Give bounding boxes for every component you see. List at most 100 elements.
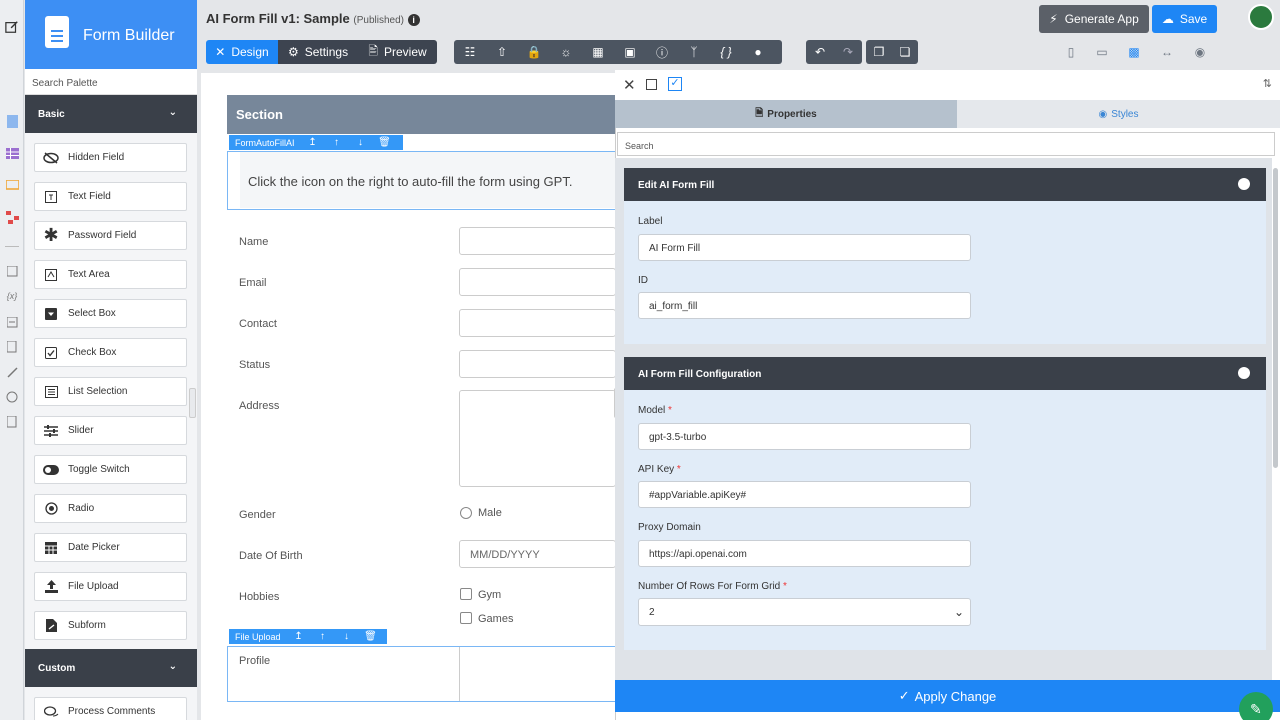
help-icon[interactable]: ⓘ <box>646 40 678 64</box>
resource-icon[interactable] <box>5 315 19 329</box>
clipboard-icon[interactable] <box>5 415 19 429</box>
model-input[interactable]: gpt-3.5-turbo <box>638 423 971 450</box>
userview-icon[interactable] <box>5 178 19 192</box>
address-textarea[interactable] <box>459 390 616 487</box>
phone-icon[interactable]: ▯ <box>1062 44 1080 60</box>
file-upload-element[interactable]: Profile <box>227 646 616 702</box>
ai-form-fill-element[interactable]: Click the icon on the right to auto-fill… <box>227 151 617 210</box>
id-input[interactable]: ai_form_fill <box>638 292 971 319</box>
close-icon[interactable]: ✕ <box>623 76 636 94</box>
status-badge: (Published) <box>353 15 404 26</box>
move-up-icon[interactable]: ↥ <box>301 137 325 148</box>
hobby-checkbox[interactable] <box>460 612 472 624</box>
settings-tab[interactable]: ⚙ Settings <box>278 40 358 64</box>
undo-icon[interactable]: ↶ <box>806 40 834 64</box>
palette-icon[interactable]: ◉ <box>1191 44 1209 60</box>
preview-tab[interactable]: 🖹 Preview <box>358 40 437 64</box>
category-basic[interactable]: Basic ⌄ <box>25 95 197 133</box>
compress-icon[interactable]: ⇅ <box>1263 77 1272 90</box>
hobby-checkbox[interactable] <box>460 588 472 600</box>
label-input[interactable]: AI Form Fill <box>638 234 971 261</box>
contact-input[interactable] <box>459 309 616 337</box>
form-icon[interactable] <box>5 114 19 128</box>
palette-item-slider[interactable]: Slider <box>34 416 187 445</box>
calendar-icon <box>43 540 59 556</box>
dob-input[interactable]: MM/DD/YYYY <box>459 540 616 568</box>
rows-label: Number Of Rows For Form Grid * <box>638 581 787 592</box>
edit-card-header[interactable]: Edit AI Form Fill <box>624 168 1266 201</box>
proxy-input[interactable]: https://api.openai.com <box>638 540 971 567</box>
palette-item-toggle-switch[interactable]: Toggle Switch <box>34 455 187 484</box>
palette-collapse-handle[interactable] <box>189 388 196 418</box>
plugin-icon[interactable] <box>5 365 19 379</box>
copy-icon[interactable]: ❐ <box>866 40 892 64</box>
design-tab[interactable]: ✕ Design <box>206 40 278 64</box>
tab-properties[interactable]: 🗎 Properties <box>615 100 957 128</box>
laptop-icon[interactable]: ▩ <box>1125 44 1143 60</box>
palette-item-select-box[interactable]: Select Box <box>34 299 187 328</box>
section-header[interactable]: Section <box>227 95 616 134</box>
tab-styles[interactable]: ◉ Styles <box>957 100 1280 128</box>
redo-icon[interactable]: ↷ <box>834 40 862 64</box>
gender-radio[interactable] <box>460 507 472 519</box>
arrow-down-icon[interactable]: ↓ <box>335 631 359 642</box>
table-icon[interactable]: ▦ <box>582 40 614 64</box>
palette-item-check-box[interactable]: Check Box <box>34 338 187 367</box>
gauge-icon[interactable] <box>5 390 19 404</box>
datalist-icon[interactable] <box>5 146 19 160</box>
note-icon[interactable] <box>5 264 19 278</box>
branch-icon[interactable]: ᛉ <box>678 40 710 64</box>
document-icon[interactable] <box>5 340 19 354</box>
arrow-up-icon[interactable]: ↑ <box>325 137 349 148</box>
name-input[interactable] <box>459 227 616 255</box>
sitemap-icon[interactable]: ☷ <box>454 40 486 64</box>
export-icon[interactable]: ⇧ <box>486 40 518 64</box>
apikey-input[interactable]: #appVariable.apiKey# <box>638 481 971 508</box>
rows-select[interactable]: 2 ⌄ <box>638 598 971 626</box>
edit-fab[interactable]: ✎ <box>1239 692 1273 720</box>
chevron-circle-icon <box>1238 367 1250 379</box>
trash-icon[interactable]: 🗑 <box>373 137 397 148</box>
category-custom[interactable]: Custom ⌄ <box>25 649 197 687</box>
palette-item-radio[interactable]: Radio <box>34 494 187 523</box>
palette-item-subform[interactable]: Subform <box>34 611 187 640</box>
checkbox-icon[interactable]: ✓ <box>668 77 682 91</box>
info-icon[interactable]: i <box>407 14 420 26</box>
palette-item-text-area[interactable]: Text Area <box>34 260 187 289</box>
palette-item-date-picker[interactable]: Date Picker <box>34 533 187 562</box>
palette-item-password-field[interactable]: ✱ Password Field <box>34 221 187 250</box>
translate-icon[interactable]: ▣ <box>614 40 646 64</box>
camera-icon[interactable]: ● <box>742 40 774 64</box>
generate-app-button[interactable]: ⚡ Generate App <box>1039 5 1149 33</box>
trash-icon[interactable]: 🗑 <box>359 631 383 642</box>
apply-change-button[interactable]: ✓ Apply Change <box>615 680 1280 712</box>
code-icon[interactable]: { } <box>710 40 742 64</box>
properties-search-input[interactable]: Search <box>617 132 1275 156</box>
palette-search-input[interactable]: Search Palette <box>25 69 197 95</box>
variable-icon[interactable]: {x} <box>5 289 19 303</box>
save-button[interactable]: ☁ Save <box>1152 5 1217 33</box>
glasses-icon[interactable]: ☼ <box>550 40 582 64</box>
scrollbar[interactable] <box>1272 158 1280 680</box>
palette-item-hidden-field[interactable]: Hidden Field <box>34 143 187 172</box>
window-icon[interactable] <box>646 79 657 90</box>
avatar[interactable] <box>1248 4 1274 30</box>
config-card-header[interactable]: AI Form Fill Configuration <box>624 357 1266 390</box>
edit-icon[interactable] <box>5 20 19 34</box>
status-input[interactable] <box>459 350 616 378</box>
lock-icon[interactable]: 🔒 <box>518 40 550 64</box>
palette-item-file-upload[interactable]: File Upload <box>34 572 187 601</box>
palette-item-list-selection[interactable]: List Selection <box>34 377 187 406</box>
arrow-down-icon[interactable]: ↓ <box>349 137 373 148</box>
paste-icon[interactable]: ❏ <box>892 40 918 64</box>
document-icon <box>45 16 69 48</box>
expand-icon[interactable]: ↔ <box>1158 44 1176 60</box>
arrow-up-icon[interactable]: ↑ <box>311 631 335 642</box>
palette-item-text-field[interactable]: Text Field <box>34 182 187 211</box>
process-icon[interactable] <box>5 210 19 224</box>
palette-item-process-comments[interactable]: Process Comments <box>34 697 187 720</box>
email-input[interactable] <box>459 268 616 296</box>
move-up-icon[interactable]: ↥ <box>287 631 311 642</box>
tablet-icon[interactable]: ▭ <box>1093 44 1111 60</box>
panel-header: ✕ ✓ ⇅ <box>615 70 1280 100</box>
